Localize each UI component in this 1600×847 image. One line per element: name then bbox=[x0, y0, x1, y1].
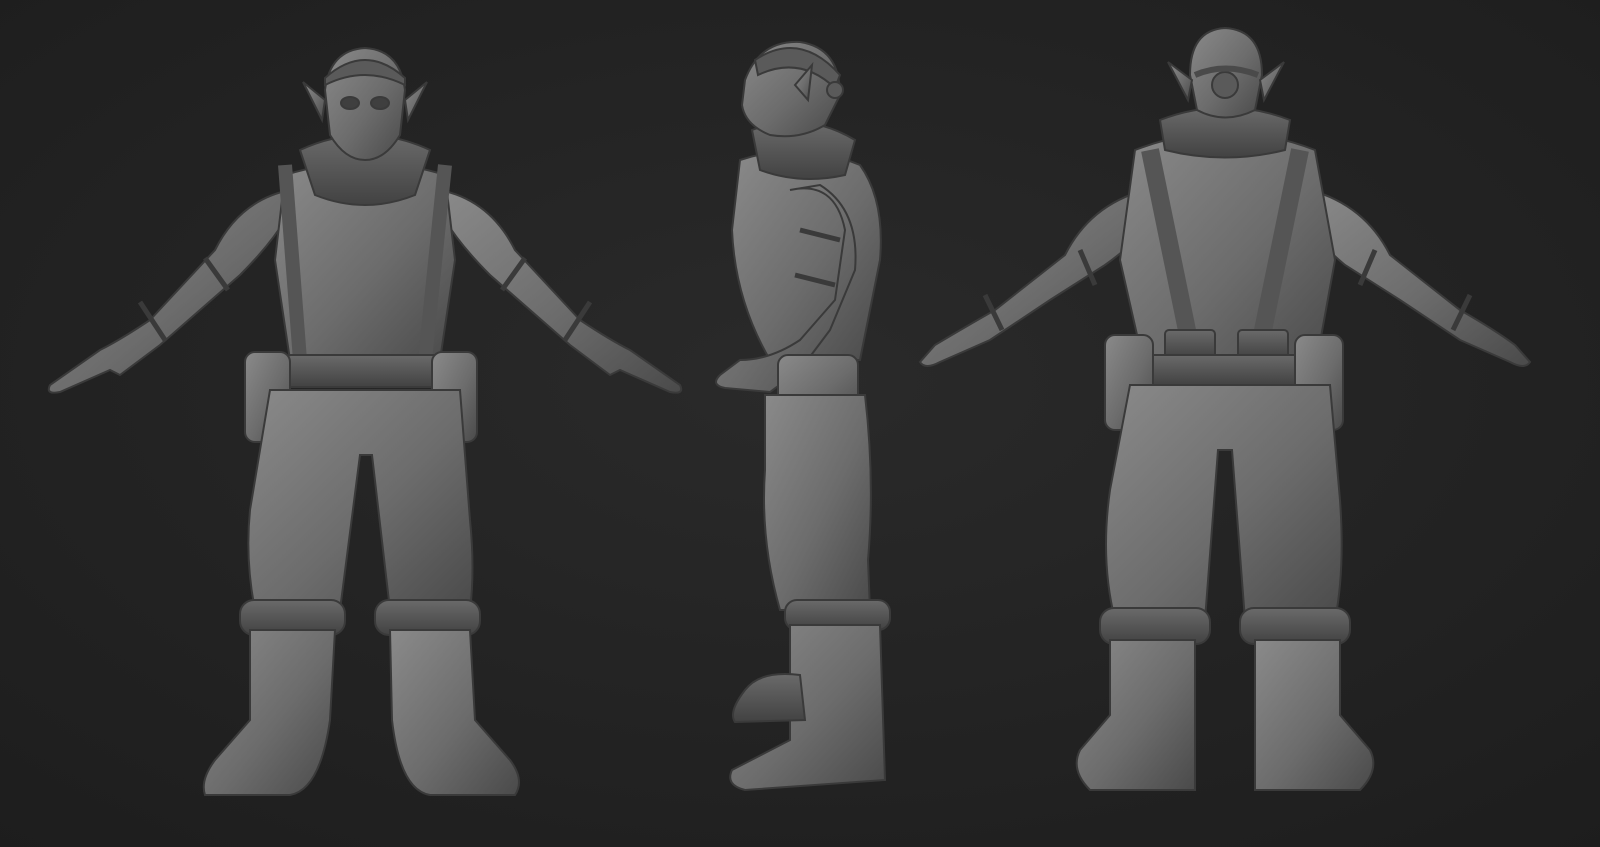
sculpt-viewport bbox=[0, 0, 1600, 847]
turnaround-canvas bbox=[0, 0, 1600, 847]
